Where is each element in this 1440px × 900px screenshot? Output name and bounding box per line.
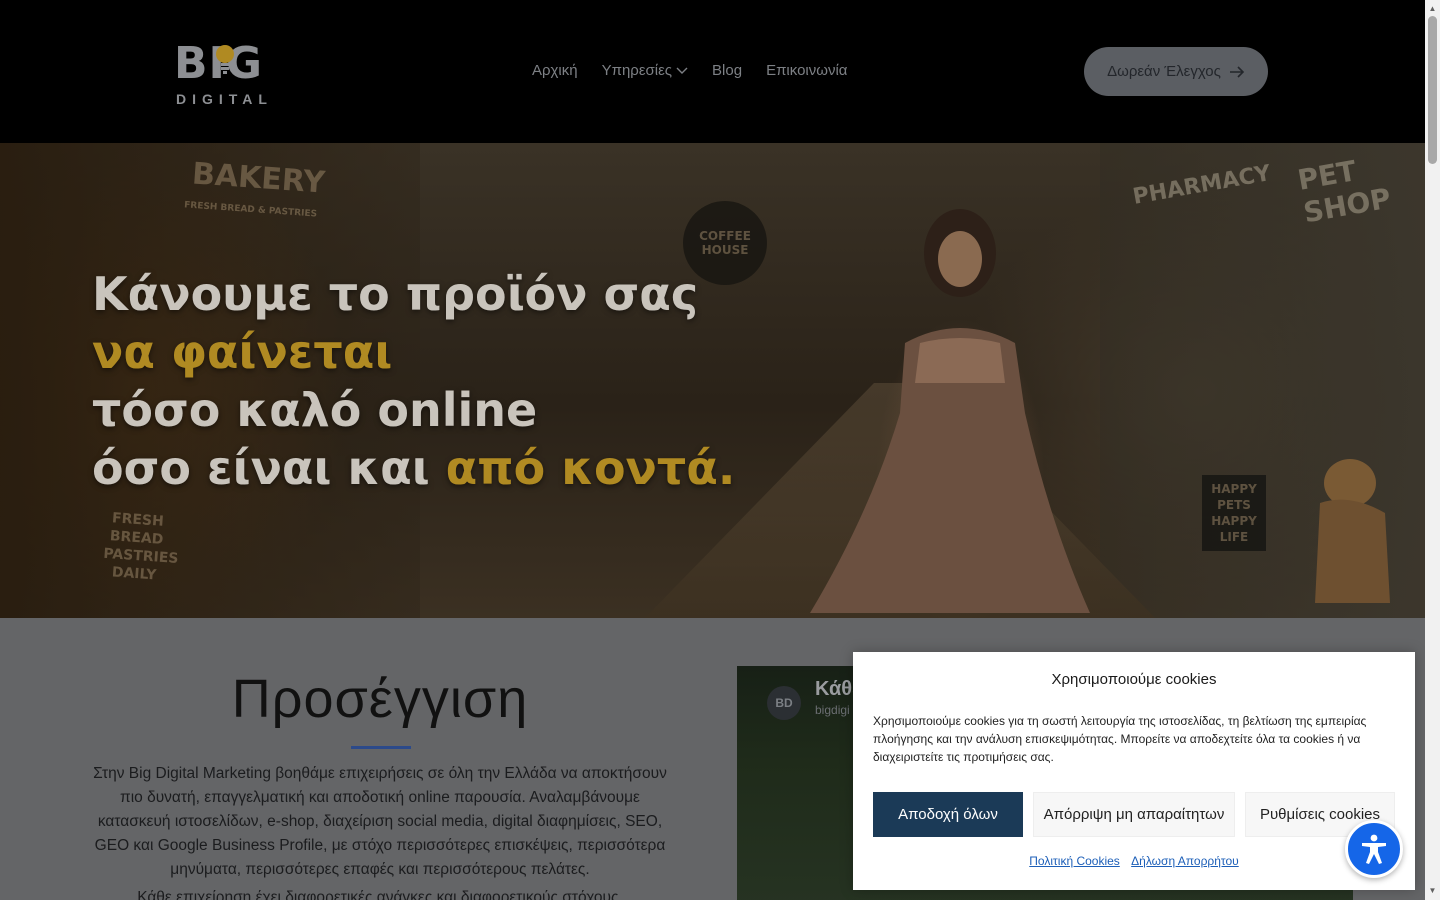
nav-item-label: Blog — [712, 62, 743, 79]
video-subtitle: bigdigi — [815, 703, 850, 717]
title-underline — [351, 746, 411, 749]
cookie-text: Χρησιμοποιούμε cookies για τη σωστή λειτ… — [873, 714, 1367, 764]
main-nav: Αρχική Υπηρεσίες Blog Επικοινωνία — [532, 62, 871, 79]
hero-line-4-a: όσο είναι και — [92, 441, 446, 495]
approach-title: Προσέγγιση — [231, 669, 529, 729]
privacy-statement-link[interactable]: Δήλωση Απορρήτου — [1131, 854, 1239, 868]
hero-line-3: τόσο καλό online — [92, 383, 538, 437]
hero-line-4-b: από κοντά. — [445, 441, 736, 495]
nav-item-services[interactable]: Υπηρεσίες — [602, 62, 688, 79]
bread-sign: FRESH BREAD PASTRIES DAILY — [102, 510, 179, 584]
channel-avatar[interactable]: BD — [767, 686, 801, 720]
accept-all-button[interactable]: Αποδοχή όλων — [873, 792, 1023, 837]
free-check-label: Δωρεάν Έλεγχος — [1107, 63, 1221, 80]
nav-item-label: Αρχική — [532, 62, 578, 79]
nav-item-label: Υπηρεσίες — [601, 62, 673, 79]
hero-headline: Κάνουμε το προϊόν σας να φαίνεται τόσο κ… — [92, 265, 735, 497]
logo-subtitle: DIGITAL — [176, 91, 273, 107]
hero-line-1: Κάνουμε το προϊόν σας — [92, 267, 699, 321]
chalkboard-sign: HAPPY PETS HAPPY LIFE — [1202, 475, 1266, 551]
accessibility-icon — [1362, 834, 1386, 864]
dog-image — [1315, 459, 1390, 603]
reject-nonessential-button[interactable]: Απόρριψη μη απαραίτητων — [1033, 792, 1235, 837]
scrollbar-thumb[interactable] — [1428, 16, 1437, 164]
lightbulb-icon — [216, 45, 234, 74]
hero-line-2: να φαίνεται — [92, 325, 393, 379]
cookie-consent-dialog: Χρησιμοποιούμε cookies Χρησιμοποιούμε co… — [853, 652, 1415, 890]
logo[interactable]: BIG DIGITAL — [174, 40, 280, 108]
cookie-title: Χρησιμοποιούμε cookies — [1051, 671, 1217, 688]
approach-paragraph-2: Κάθε επιχείρηση έχει διαφορετικές ανάγκε… — [137, 889, 623, 900]
chevron-down-icon — [676, 67, 688, 74]
free-check-button[interactable]: Δωρεάν Έλεγχος — [1084, 47, 1268, 96]
hero-banner: BAKERY FRESH BREAD & PASTRIES COFFEE HOU… — [0, 143, 1425, 618]
nav-item-contact[interactable]: Επικοινωνία — [766, 62, 847, 79]
accessibility-button[interactable] — [1345, 820, 1403, 878]
nav-item-blog[interactable]: Blog — [712, 62, 742, 79]
cookie-policy-link[interactable]: Πολιτική Cookies — [1029, 854, 1120, 868]
cookie-links: Πολιτική Cookies Δήλωση Απορρήτου — [853, 854, 1415, 868]
nav-item-home[interactable]: Αρχική — [532, 62, 578, 79]
site-header: BIG DIGITAL Αρχική Υπηρεσίες Blog Επικοι… — [0, 0, 1425, 143]
arrow-right-icon — [1229, 65, 1245, 78]
page-scrollbar[interactable]: ▲ ▼ — [1425, 0, 1440, 900]
approach-paragraph: Στην Big Digital Marketing βοηθάμε επιχε… — [93, 765, 667, 878]
scroll-down-icon[interactable]: ▼ — [1428, 886, 1437, 895]
scroll-up-icon[interactable]: ▲ — [1428, 4, 1437, 13]
hero-line-4: όσο είναι και από κοντά. — [92, 439, 735, 497]
nav-item-label: Επικοινωνία — [766, 62, 848, 79]
woman-figure-image — [810, 209, 1090, 613]
